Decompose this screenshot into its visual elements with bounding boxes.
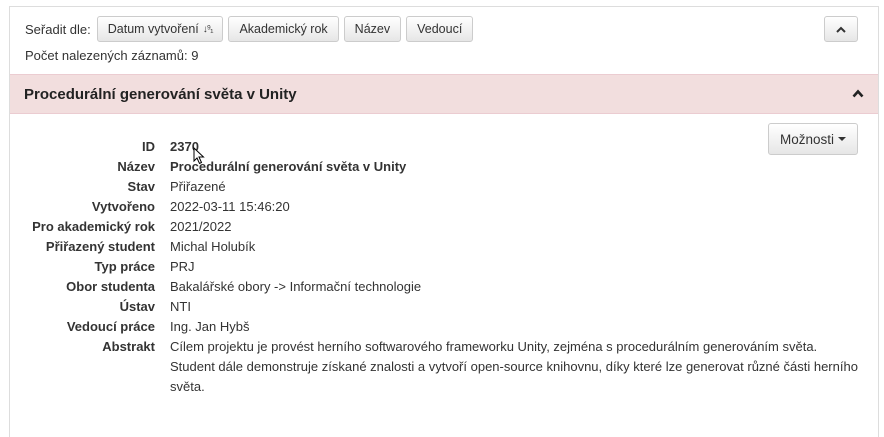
detail-label: Pro akademický rok xyxy=(32,219,155,234)
sort-by-title-button[interactable]: Název xyxy=(343,16,402,42)
detail-label: ID xyxy=(142,139,155,154)
detail-label: Ústav xyxy=(119,299,155,314)
sort-by-academic-year-button[interactable]: Akademický rok xyxy=(228,16,339,42)
detail-value: Bakalářské obory -> Informační technolog… xyxy=(170,279,422,294)
detail-value: 2370 xyxy=(170,139,199,154)
chevron-up-icon[interactable] xyxy=(852,89,864,98)
detail-value: Ing. Jan Hybš xyxy=(170,319,250,334)
detail-label: Stav xyxy=(127,179,155,194)
detail-label: Vedoucí práce xyxy=(66,319,155,334)
detail-value: Přiřazené xyxy=(170,179,226,194)
sort-label: Seřadit dle: xyxy=(25,21,91,37)
detail-value: PRJ xyxy=(170,259,195,274)
sort-toolbar: Seřadit dle: Datum vytvoření ↓⁹₁ Akademi… xyxy=(25,16,478,42)
detail-value: Michal Holubík xyxy=(170,239,256,254)
sort-by-date-label: Datum vytvoření xyxy=(107,22,199,36)
detail-value: NTI xyxy=(170,299,191,314)
detail-label: Abstrakt xyxy=(102,339,155,354)
detail-value: 2021/2022 xyxy=(170,219,232,234)
results-count: Počet nalezených záznamů: 9 xyxy=(25,48,199,63)
detail-label: Název xyxy=(117,159,155,174)
detail-value: Procedurální generování světa v Unity xyxy=(170,159,407,174)
detail-label: Vytvořeno xyxy=(91,199,155,214)
sort-by-supervisor-button[interactable]: Vedoucí xyxy=(406,16,474,42)
chevron-up-icon xyxy=(836,26,846,33)
detail-label: Obor studenta xyxy=(66,279,155,294)
theses-panel: Seřadit dle: Datum vytvoření ↓⁹₁ Akademi… xyxy=(9,6,879,437)
detail-value: 2022-03-11 15:46:20 xyxy=(170,199,290,214)
record-header[interactable]: Procedurální generování světa v Unity xyxy=(10,74,878,114)
detail-label: Přiřazený student xyxy=(45,239,155,254)
detail-value: Cílem projektu je provést herního softwa… xyxy=(170,339,858,394)
mouse-cursor-icon xyxy=(193,147,205,165)
collapse-filters-button[interactable] xyxy=(824,16,858,42)
sort-by-date-button[interactable]: Datum vytvoření ↓⁹₁ xyxy=(96,16,224,42)
record-title: Procedurální generování světa v Unity xyxy=(24,86,297,103)
sort-numeric-desc-icon: ↓⁹₁ xyxy=(202,23,214,35)
detail-label: Typ práce xyxy=(94,259,155,274)
